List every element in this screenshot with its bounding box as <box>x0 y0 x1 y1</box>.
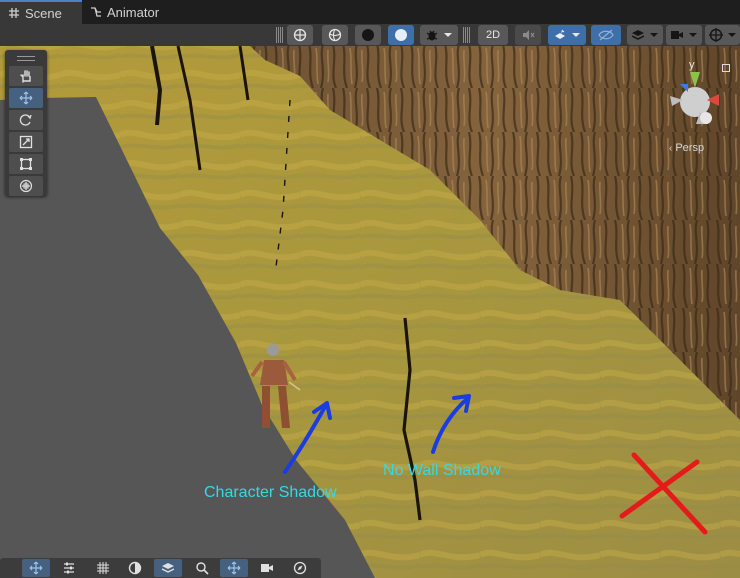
shading-lit-button[interactable] <box>388 25 414 45</box>
shading-solid-button[interactable] <box>355 25 381 45</box>
fx-dropdown[interactable] <box>548 25 586 45</box>
layers-dropdown[interactable] <box>627 25 663 45</box>
move-tool-icon <box>29 561 43 575</box>
chevron-down-icon <box>727 33 736 37</box>
audio-mute-icon <box>523 30 535 40</box>
orientation-gizmo-button[interactable] <box>287 25 313 45</box>
overlay-grid-snap-button[interactable] <box>89 559 117 577</box>
search-icon <box>196 562 209 575</box>
scene-toolbar: 2D <box>0 24 740 47</box>
tab-animator[interactable]: Animator <box>82 0 172 24</box>
overlay-toolbar <box>0 558 321 578</box>
sliders-icon <box>64 562 74 574</box>
chevron-down-icon <box>650 33 658 37</box>
scene-visibility-button[interactable] <box>591 25 621 45</box>
overlay-move-alt-button[interactable] <box>220 559 248 577</box>
camera-icon <box>261 564 273 572</box>
compass-icon <box>293 561 307 575</box>
hand-tool-icon <box>20 70 31 83</box>
debug-dropdown[interactable] <box>420 25 458 45</box>
scene-viewport[interactable]: y ‹ Persp Character Shadow No Wall Shado… <box>0 46 740 578</box>
shading-solid-icon <box>362 29 374 41</box>
scale-tool-icon <box>19 135 33 149</box>
gizmos-dropdown[interactable] <box>705 25 740 45</box>
hand-tool[interactable] <box>9 66 43 86</box>
shading-lit-icon <box>395 29 407 41</box>
camera-dropdown[interactable] <box>666 25 702 45</box>
toolbar-separator <box>276 27 279 43</box>
scene-tools-panel <box>5 50 47 196</box>
chevron-down-icon <box>572 33 580 37</box>
grid-snap-icon <box>97 562 109 574</box>
tab-label-animator: Animator <box>107 4 160 20</box>
scale-tool[interactable] <box>9 132 43 152</box>
gizmos-icon <box>708 28 723 42</box>
bug-icon <box>426 30 438 41</box>
visibility-icon <box>598 29 614 41</box>
camera-icon <box>671 31 683 39</box>
grid-icon <box>9 8 19 18</box>
toggle-2d-label: 2D <box>485 29 501 41</box>
chevron-down-icon <box>689 33 697 37</box>
move-tool[interactable] <box>9 88 43 108</box>
transform-tool[interactable] <box>9 176 43 196</box>
scene-render <box>0 46 740 578</box>
rotate-tool-icon <box>19 114 32 126</box>
gizmo-lock-icon[interactable] <box>722 64 730 72</box>
audio-mute-button[interactable] <box>515 25 541 45</box>
move-tool-icon <box>227 561 241 575</box>
overlay-layers-button[interactable] <box>154 559 182 577</box>
drag-handle[interactable] <box>17 56 35 61</box>
projection-label: Persp <box>675 142 705 154</box>
tab-scene[interactable]: Scene <box>0 0 82 24</box>
toolbar-separator <box>467 27 470 43</box>
toolbar-separator <box>463 27 466 43</box>
gizmo-y-label: y <box>689 59 695 71</box>
move-tool-icon <box>19 91 33 105</box>
shading-wireframe-button[interactable] <box>322 25 348 45</box>
transform-tool-icon <box>19 179 33 193</box>
circle-icon <box>128 561 142 575</box>
annotation-character-shadow: Character Shadow <box>204 484 337 501</box>
overlay-compass-button[interactable] <box>286 559 314 577</box>
overlay-search-button[interactable] <box>188 559 216 577</box>
toolbar-separator <box>280 27 283 43</box>
overlay-settings-button[interactable] <box>55 559 83 577</box>
overlay-move-button[interactable] <box>22 559 50 577</box>
rect-tool-icon <box>20 158 32 170</box>
orientation-gizmo-icon <box>293 28 307 42</box>
tab-bar: Scene Animator <box>0 0 740 24</box>
annotation-no-wall-shadow: No Wall Shadow <box>383 462 501 479</box>
rotate-tool[interactable] <box>9 110 43 130</box>
layers-icon <box>631 30 645 40</box>
projection-toggle[interactable]: ‹ Persp <box>669 142 704 154</box>
tab-label-scene: Scene <box>25 5 62 21</box>
overlay-shading-button[interactable] <box>121 559 149 577</box>
chevron-left-icon: ‹ <box>669 142 673 154</box>
shading-wireframe-icon <box>328 28 342 42</box>
rect-tool[interactable] <box>9 154 43 174</box>
overlay-camera-button[interactable] <box>253 559 281 577</box>
fx-icon <box>555 29 565 39</box>
layers-stack-icon <box>161 563 175 573</box>
toggle-2d-button[interactable]: 2D <box>478 25 508 45</box>
animator-icon <box>91 7 101 17</box>
chevron-down-icon <box>444 33 452 37</box>
